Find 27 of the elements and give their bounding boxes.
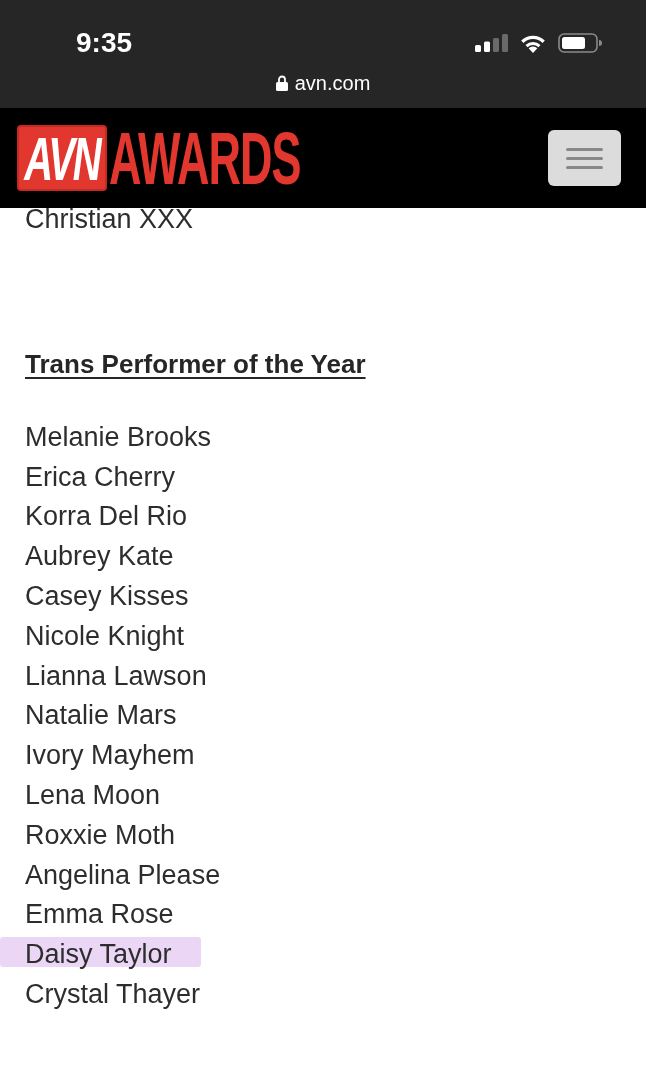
logo-wordmark[interactable]: AWARDS <box>109 123 301 193</box>
nominee-name: Nicole Knight <box>25 619 185 652</box>
battery-icon <box>558 33 602 53</box>
nominee-name: Lianna Lawson <box>25 659 207 692</box>
logo-badge[interactable]: AVN <box>17 125 107 191</box>
signal-icon <box>475 34 508 52</box>
nominee-name: Natalie Mars <box>25 699 177 732</box>
nominee-name: Casey Kisses <box>25 580 189 613</box>
nominee-name: Melanie Brooks <box>25 420 212 453</box>
menu-icon <box>566 147 603 169</box>
nominee-name: Lena Moon <box>25 779 161 812</box>
previous-nominee: Christian XXX <box>25 204 194 234</box>
nominee-name: Emma Rose <box>25 898 174 931</box>
nominee-name: Angelina Please <box>25 858 221 891</box>
nominee-name: Crystal Thayer <box>25 978 201 1011</box>
clock-time: 9:35 <box>76 29 133 57</box>
wifi-icon <box>519 33 547 53</box>
menu-button[interactable] <box>548 130 621 186</box>
nominee-name: Ivory Mayhem <box>25 739 195 772</box>
lock-icon <box>275 75 288 91</box>
url-text[interactable]: avn.com <box>294 73 371 93</box>
category-heading: Trans Performer of the Year <box>25 348 366 380</box>
nominee-name: Aubrey Kate <box>25 540 174 573</box>
nominee-name: Erica Cherry <box>25 460 176 493</box>
nominee-name: Roxxie Moth <box>25 818 176 851</box>
nominee-name: Daisy Taylor <box>25 938 172 971</box>
nominee-name: Korra Del Rio <box>25 500 188 533</box>
